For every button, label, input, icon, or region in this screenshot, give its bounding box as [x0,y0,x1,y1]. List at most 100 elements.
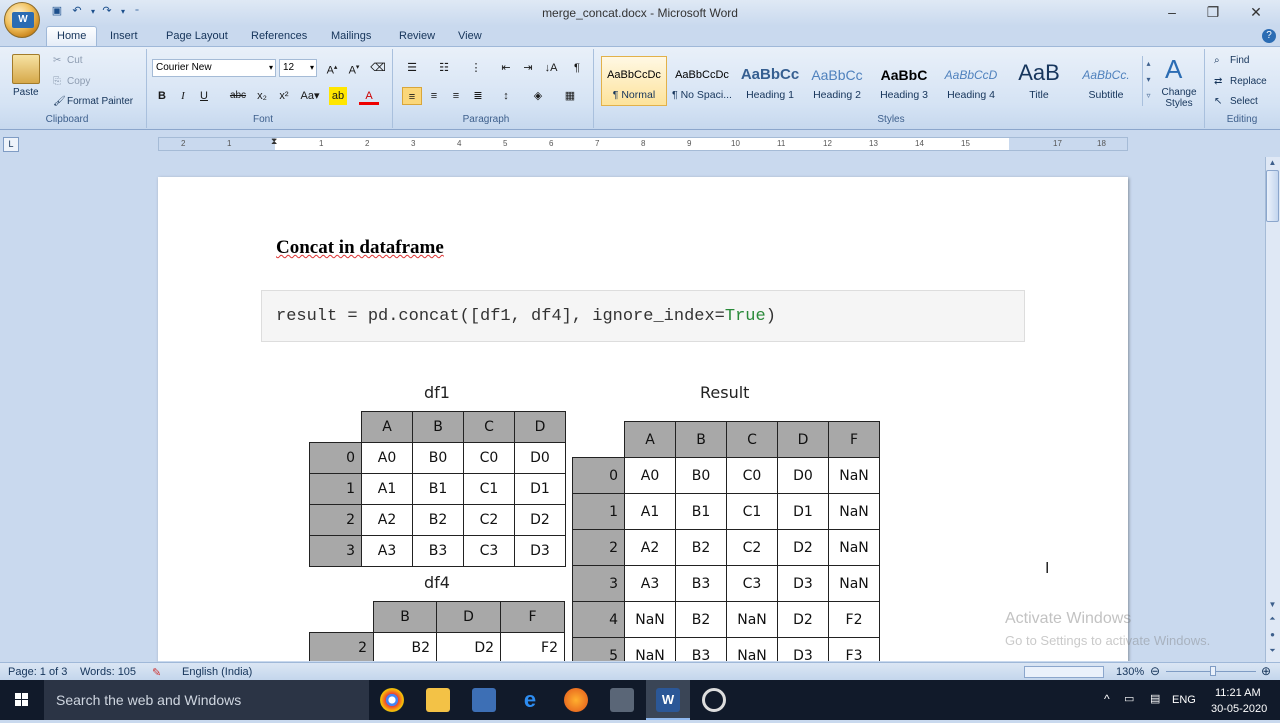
decrease-indent-icon[interactable]: ⇤ [496,59,516,77]
strikethrough-icon[interactable]: abc [228,87,248,105]
start-button[interactable] [0,680,44,720]
paste-icon[interactable] [12,54,40,84]
zoom-out-icon[interactable]: ⊖ [1150,664,1160,678]
status-bar: Page: 1 of 3 Words: 105 ✎ English (India… [0,662,1280,680]
tab-home[interactable]: Home [46,26,98,47]
style-heading-4[interactable]: AaBbCcD Heading 4 [938,56,1004,106]
replace-button[interactable]: Replace [1230,76,1267,87]
superscript-icon[interactable]: x² [274,87,294,105]
style-heading-1[interactable]: AaBbCc Heading 1 [737,56,803,106]
tab-mailings[interactable]: Mailings [323,28,379,44]
line-spacing-icon[interactable]: ↕ [496,87,516,105]
column-header: F [500,601,565,633]
obs-icon[interactable] [702,688,726,712]
office-button[interactable]: W [4,2,40,38]
zoom-in-icon[interactable]: ⊕ [1261,664,1271,678]
format-painter-button[interactable]: Format Painter [67,96,133,107]
font-family-select[interactable]: Courier New ▾ [152,59,276,77]
proofing-icon[interactable]: ✎ [152,666,161,679]
italic-icon[interactable]: I [173,87,193,105]
page-count[interactable]: Page: 1 of 3 [8,666,67,678]
copy-button[interactable]: Copy [67,76,90,87]
style-heading-3[interactable]: AaBbC Heading 3 [871,56,937,106]
tab-insert[interactable]: Insert [102,28,146,44]
sort-icon[interactable]: ↓A [541,59,561,77]
previous-page-icon[interactable]: ⏶ [1266,614,1279,626]
multilevel-list-icon[interactable]: ⋮ [466,59,486,77]
scroll-up-icon[interactable]: ▲ [1266,158,1279,170]
minimize-button[interactable]: – [1152,3,1192,21]
font-size-select[interactable]: 12 ▾ [279,59,317,77]
help-icon[interactable]: ? [1262,29,1276,43]
scroll-thumb[interactable] [1266,170,1279,222]
file-explorer-icon[interactable] [426,688,450,712]
style-subtitle[interactable]: AaBbCc. Subtitle [1073,56,1139,106]
borders-icon[interactable]: ▦ [560,87,580,105]
justify-icon[interactable]: ≣ [468,87,488,105]
change-styles-icon[interactable]: A [1165,54,1182,85]
change-styles-button[interactable]: Change Styles [1160,87,1198,109]
clock-time[interactable]: 11:21 AM [1215,687,1261,699]
scroll-down-icon[interactable]: ▼ [1266,600,1279,612]
vertical-scrollbar[interactable] [1265,157,1280,662]
find-button[interactable]: Find [1230,55,1249,66]
font-family-value: Courier New [156,62,212,73]
underline-icon[interactable]: U [194,87,214,105]
word-count[interactable]: Words: 105 [80,666,136,678]
language-indicator[interactable]: English (India) [182,666,252,678]
bullets-icon[interactable]: ☰ [402,59,422,77]
shrink-font-icon[interactable]: A▾ [344,59,364,77]
style-preview: AaBbCcDc [675,69,729,81]
highlight-icon[interactable]: ab [329,87,347,105]
subscript-icon[interactable]: x₂ [252,87,272,105]
align-center-icon[interactable]: ≡ [424,87,444,105]
grow-font-icon[interactable]: A▴ [322,59,342,77]
taskbar-search[interactable]: Search the web and Windows [44,680,369,720]
close-button[interactable]: ✕ [1236,3,1276,21]
select-button[interactable]: Select [1230,96,1258,107]
store-icon[interactable] [472,688,496,712]
zoom-slider-thumb[interactable] [1210,666,1216,676]
show-marks-icon[interactable]: ¶ [567,59,587,77]
table-cell: A3 [624,565,676,602]
restore-button[interactable]: ❐ [1193,3,1233,21]
network-icon[interactable]: ▭ [1124,692,1134,705]
message-icon[interactable]: ▤ [1150,692,1160,705]
chrome-icon[interactable] [380,688,404,712]
tab-selector-icon[interactable]: L [3,137,19,152]
font-color-icon[interactable]: A [359,87,379,105]
style-heading-2[interactable]: AaBbCc Heading 2 [804,56,870,106]
next-page-icon[interactable]: ⏷ [1266,646,1279,658]
edge-icon[interactable]: e [518,688,542,712]
tab-view[interactable]: View [450,28,490,44]
change-case-icon[interactable]: Aa▾ [297,87,323,105]
styles-scroll[interactable]: ▴ ▾ ▿ [1142,56,1154,106]
result-table: A B C D F 0 A0 B0 C0 D0 NaN 1 A1 B1 C1 D1 NaN 2 A2 B… [572,421,880,674]
style-no-spacing[interactable]: AaBbCcDc ¶ No Spaci... [669,56,735,106]
increase-indent-icon[interactable]: ⇥ [518,59,538,77]
paste-button[interactable]: Paste [13,87,39,98]
clock-date[interactable]: 30-05-2020 [1211,703,1267,715]
bold-icon[interactable]: B [152,87,172,105]
table-cell: D2 [777,529,829,566]
style-title[interactable]: AaB Title [1006,56,1072,106]
shading-icon[interactable]: ◈ [528,87,548,105]
align-right-icon[interactable]: ≡ [446,87,466,105]
align-left-icon[interactable]: ≡ [402,87,422,105]
horizontal-ruler[interactable]: 2 1 1 2 3 4 5 6 7 8 9 10 11 12 13 14 15 … [158,136,1128,152]
cut-button[interactable]: Cut [67,55,83,66]
firefox-icon[interactable] [564,688,588,712]
clear-formatting-icon[interactable]: ⌫ [368,59,388,77]
zoom-level[interactable]: 130% [1116,666,1144,678]
view-buttons[interactable] [1024,666,1104,678]
tray-expand-icon[interactable]: ^ [1104,692,1110,706]
indent-marker-icon[interactable]: ⧗ [271,136,280,152]
tab-page-layout[interactable]: Page Layout [158,28,236,44]
app-icon[interactable] [610,688,634,712]
style-normal[interactable]: AaBbCcDc ¶ Normal [601,56,667,106]
tab-review[interactable]: Review [391,28,443,44]
language-code[interactable]: ENG [1172,694,1196,706]
numbering-icon[interactable]: ☷ [434,59,454,77]
browse-object-icon[interactable]: ● [1266,630,1279,642]
tab-references[interactable]: References [243,28,315,44]
